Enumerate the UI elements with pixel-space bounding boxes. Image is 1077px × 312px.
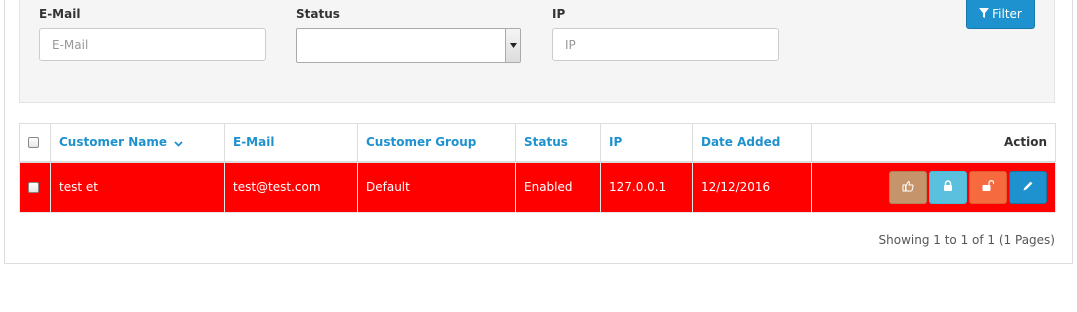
status-cell: Enabled [515, 161, 601, 213]
table-header-row: Customer Name E-Mail Customer Group Stat… [19, 123, 1056, 163]
table-row: test et test@test.com Default Enabled 12… [19, 161, 1056, 213]
pencil-icon [1022, 180, 1034, 195]
col-header-email[interactable]: E-Mail [224, 123, 358, 163]
chevron-down-icon [174, 136, 183, 150]
col-header-status[interactable]: Status [515, 123, 601, 163]
col-header-date-added[interactable]: Date Added [692, 123, 812, 163]
ip-filter-input[interactable] [552, 28, 779, 61]
filter-panel: E-Mail Status IP [19, 0, 1055, 103]
lock-icon [943, 180, 953, 194]
date-added-cell: 12/12/2016 [692, 161, 812, 213]
customer-table: Customer Name E-Mail Customer Group Stat… [19, 123, 1056, 213]
select-all-checkbox[interactable] [28, 137, 39, 149]
email-filter-input[interactable] [39, 28, 266, 61]
pagination-results: Showing 1 to 1 of 1 (1 Pages) [878, 233, 1055, 247]
action-cell [811, 161, 1056, 213]
unlock-icon [982, 180, 995, 194]
funnel-icon [979, 7, 990, 21]
col-header-ip[interactable]: IP [600, 123, 693, 163]
ip-filter-label: IP [552, 7, 566, 21]
customer-name-cell: test et [50, 161, 225, 213]
col-header-customer-name[interactable]: Customer Name [50, 123, 225, 163]
filter-button[interactable]: Filter [966, 0, 1035, 29]
approve-button[interactable] [889, 170, 927, 204]
ip-cell: 127.0.0.1 [600, 161, 693, 213]
unlock-button[interactable] [969, 170, 1007, 204]
thumbs-up-icon [902, 180, 914, 195]
status-filter-label: Status [296, 7, 340, 21]
row-select-cell [19, 161, 51, 213]
col-header-customer-group[interactable]: Customer Group [357, 123, 516, 163]
email-cell: test@test.com [224, 161, 358, 213]
col-header-action: Action [811, 123, 1056, 163]
row-checkbox[interactable] [28, 182, 39, 194]
email-filter-label: E-Mail [39, 7, 81, 21]
filter-button-label: Filter [992, 6, 1022, 21]
customer-name-header-label: Customer Name [59, 135, 167, 149]
select-all-cell [19, 123, 51, 163]
status-filter-select[interactable] [296, 28, 521, 63]
customer-group-cell: Default [357, 161, 516, 213]
dropdown-arrow-icon[interactable] [505, 29, 520, 62]
edit-button[interactable] [1009, 170, 1047, 204]
lock-button[interactable] [929, 170, 967, 204]
